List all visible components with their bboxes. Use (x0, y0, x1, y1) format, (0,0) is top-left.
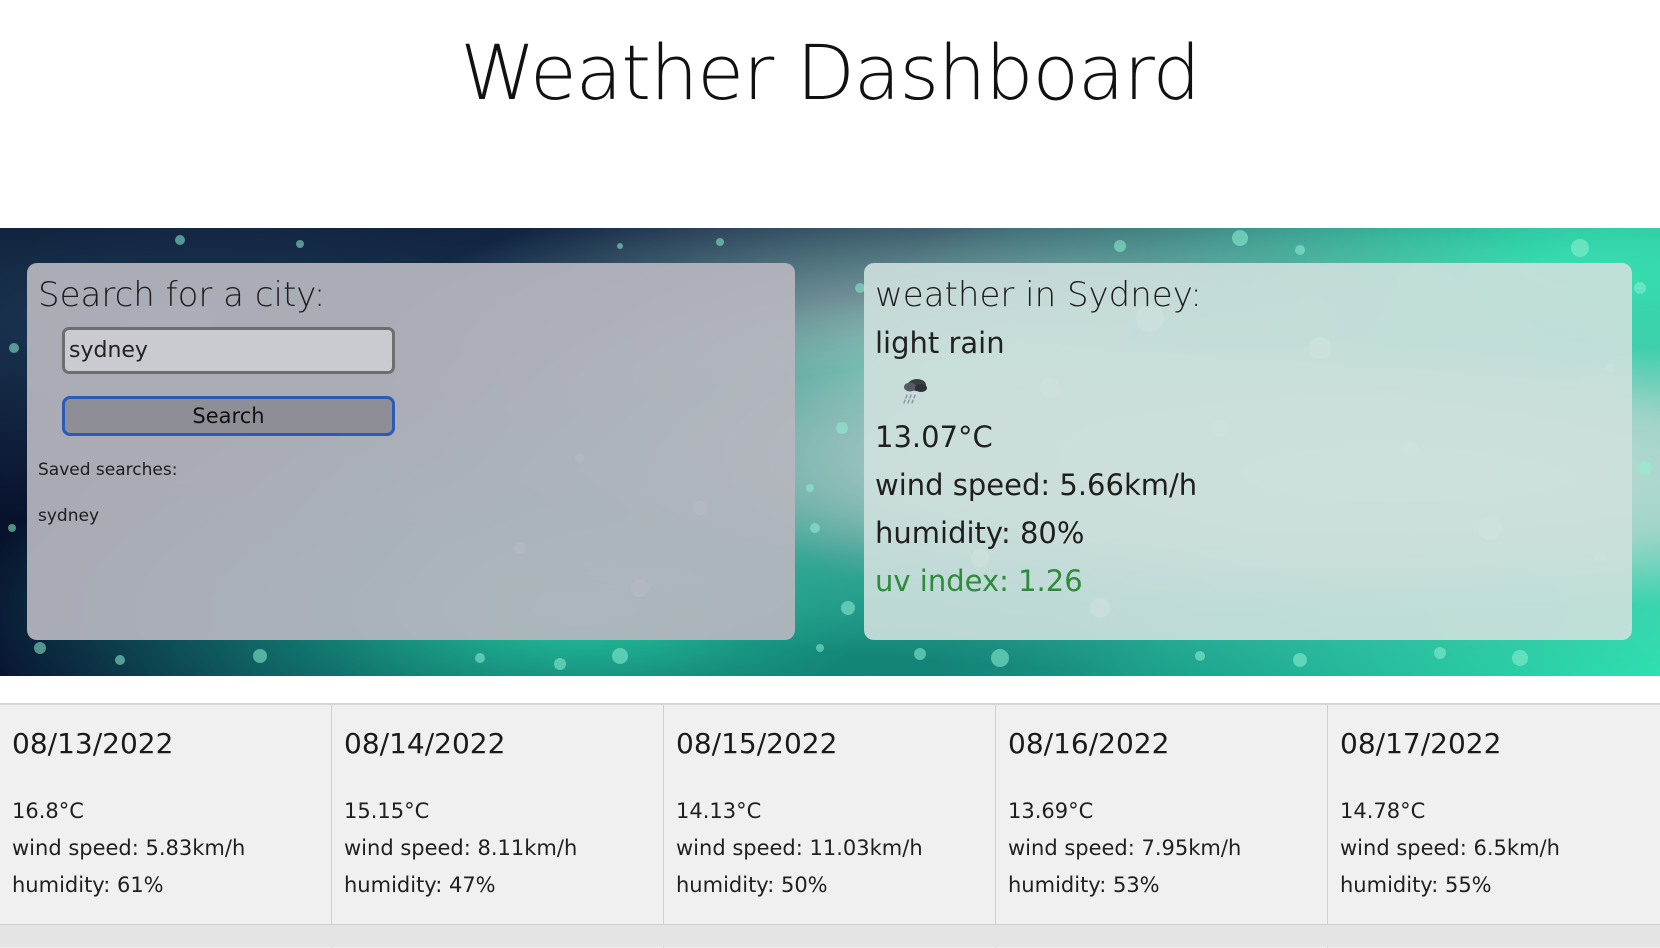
forecast-card: 08/13/2022 16.8°C wind speed: 5.83km/h h… (0, 705, 332, 948)
weather-description: light rain (875, 326, 1005, 360)
forecast-card: 08/16/2022 13.69°C wind speed: 7.95km/h … (996, 705, 1328, 948)
current-humidity: humidity: 80% (875, 516, 1085, 550)
forecast-humidity: humidity: 61% (12, 873, 164, 897)
forecast-wind-speed: wind speed: 11.03km/h (676, 836, 923, 860)
forecast-date: 08/17/2022 (1340, 727, 1502, 760)
forecast-date: 08/13/2022 (12, 727, 174, 760)
forecast-humidity: humidity: 47% (344, 873, 496, 897)
forecast-humidity: humidity: 53% (1008, 873, 1160, 897)
hero-banner: Search for a city: Search Saved searches… (0, 228, 1660, 676)
forecast-wind-speed: wind speed: 5.83km/h (12, 836, 246, 860)
forecast-date: 08/14/2022 (344, 727, 506, 760)
search-button[interactable]: Search (62, 396, 395, 436)
forecast-date: 08/16/2022 (1008, 727, 1170, 760)
page-title: Weather Dashboard (460, 28, 1200, 117)
current-weather-panel: weather in Sydney: light rain 13.07°C wi… (864, 263, 1632, 640)
search-heading: Search for a city: (38, 275, 326, 315)
forecast-humidity: humidity: 55% (1340, 873, 1492, 897)
forecast-card: 08/17/2022 14.78°C wind speed: 6.5km/h h… (1328, 705, 1660, 948)
forecast-date: 08/15/2022 (676, 727, 838, 760)
current-temperature: 13.07°C (875, 420, 993, 454)
forecast-card: 08/14/2022 15.15°C wind speed: 8.11km/h … (332, 705, 664, 948)
forecast-card: 08/15/2022 14.13°C wind speed: 11.03km/h… (664, 705, 996, 948)
forecast-temperature: 14.78°C (1340, 799, 1426, 823)
page-header: Weather Dashboard (0, 0, 1660, 228)
forecast-temperature: 13.69°C (1008, 799, 1094, 823)
forecast-wind-speed: wind speed: 7.95km/h (1008, 836, 1242, 860)
forecast-humidity: humidity: 50% (676, 873, 828, 897)
five-day-forecast: 08/13/2022 16.8°C wind speed: 5.83km/h h… (0, 703, 1660, 948)
uv-index: uv index: 1.26 (875, 564, 1083, 598)
light-rain-cloud-icon (903, 379, 927, 404)
page-bottom-edge (0, 924, 1660, 947)
forecast-temperature: 16.8°C (12, 799, 84, 823)
city-search-input[interactable] (62, 327, 395, 374)
current-weather-heading: weather in Sydney: (875, 275, 1202, 315)
current-wind-speed: wind speed: 5.66km/h (875, 468, 1198, 502)
saved-searches-label: Saved searches: (38, 460, 178, 480)
forecast-temperature: 15.15°C (344, 799, 430, 823)
forecast-wind-speed: wind speed: 8.11km/h (344, 836, 578, 860)
forecast-wind-speed: wind speed: 6.5km/h (1340, 836, 1560, 860)
search-panel: Search for a city: Search Saved searches… (27, 263, 795, 640)
forecast-temperature: 14.13°C (676, 799, 762, 823)
saved-search-item[interactable]: sydney (38, 506, 99, 526)
